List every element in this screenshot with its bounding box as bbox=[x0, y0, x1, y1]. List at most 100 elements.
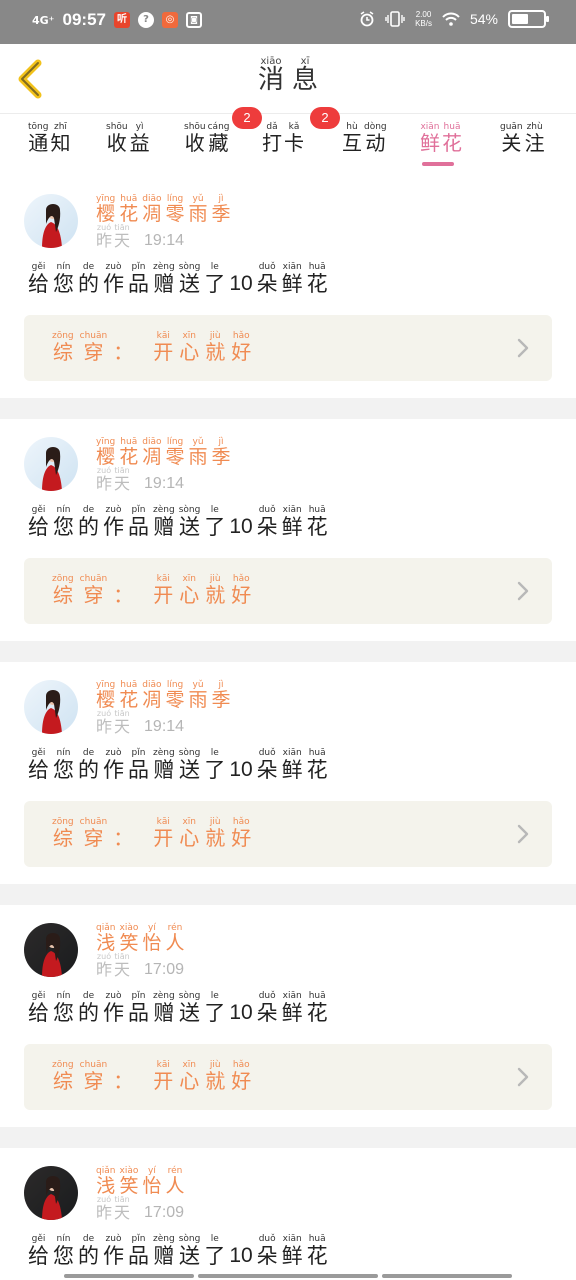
name-char: rén 人 bbox=[165, 1166, 184, 1197]
hanzi: 天 bbox=[114, 474, 131, 493]
time-label: 19:14 bbox=[144, 474, 185, 492]
message-char: huā 花 bbox=[307, 748, 328, 781]
avatar[interactable] bbox=[24, 1166, 78, 1220]
hanzi: 赠 bbox=[153, 1001, 175, 1025]
message-char: le 了 bbox=[204, 505, 225, 538]
hanzi: 鲜 bbox=[281, 515, 303, 539]
title-char: xī 息 bbox=[292, 56, 318, 94]
hanzi: 综 bbox=[52, 583, 73, 607]
timestamp: zuó 昨 tiān 天 19:14 bbox=[96, 465, 184, 493]
unread-badge: 2 bbox=[310, 107, 340, 129]
hanzi: 注 bbox=[524, 131, 545, 155]
avatar[interactable] bbox=[24, 437, 78, 491]
day-char: zuó 昨 bbox=[96, 222, 112, 250]
hanzi: 送 bbox=[179, 272, 200, 296]
work-title-char: xīn 心 bbox=[179, 331, 199, 363]
hanzi: 朵 bbox=[256, 272, 278, 296]
avatar[interactable] bbox=[24, 194, 78, 248]
work-title-char: chuān 穿 bbox=[80, 1060, 108, 1092]
tab-income[interactable]: shōu 收 yì 益 bbox=[106, 122, 150, 154]
tab-follow[interactable]: guān 关 zhù 注 bbox=[500, 122, 545, 154]
message-char: de 的 bbox=[78, 505, 99, 538]
hanzi: 关 bbox=[501, 131, 522, 155]
message-char: nín 您 bbox=[53, 1234, 74, 1267]
work-link[interactable]: zōng 综 chuān 穿 ： kāi 开 xīn 心 jiù 就 hǎo 好 bbox=[24, 801, 552, 867]
hanzi: 鲜 bbox=[281, 1001, 303, 1025]
hanzi: 季 bbox=[211, 689, 231, 711]
hanzi: 雨 bbox=[188, 203, 208, 225]
avatar[interactable] bbox=[24, 923, 78, 977]
hanzi: 的 bbox=[78, 758, 99, 782]
work-title-char: kāi 开 bbox=[153, 1060, 173, 1092]
hanzi: 综 bbox=[52, 826, 73, 850]
hanzi: 季 bbox=[211, 446, 231, 468]
message-char: sòng 送 bbox=[179, 991, 201, 1024]
work-title-char: hǎo 好 bbox=[231, 1060, 251, 1092]
hanzi: 心 bbox=[179, 826, 200, 850]
hanzi: 好 bbox=[231, 1069, 252, 1093]
flower-count: 10 bbox=[229, 1244, 253, 1268]
hanzi: 朵 bbox=[256, 1244, 278, 1268]
message-char: gěi 给 bbox=[28, 1234, 49, 1267]
sender-name[interactable]: qiǎn 浅 xiào 笑 yí 怡 rén 人 bbox=[96, 923, 184, 954]
battery-percent: 54% bbox=[469, 11, 498, 27]
sender-name[interactable]: qiǎn 浅 xiào 笑 yí 怡 rén 人 bbox=[96, 1166, 184, 1197]
hanzi: 花 bbox=[306, 1244, 328, 1268]
avatar[interactable] bbox=[24, 680, 78, 734]
message-char: nín 您 bbox=[53, 505, 74, 538]
day-label: zuó 昨 tiān 天 bbox=[96, 465, 130, 493]
sender-name[interactable]: yīng 樱 huā 花 diāo 凋 líng 零 yǔ 雨 jì 季 bbox=[96, 437, 231, 468]
tab-label-char: shōu 收 bbox=[106, 122, 128, 154]
day-char: tiān 天 bbox=[114, 1194, 130, 1222]
work-title-char: kāi 开 bbox=[153, 817, 173, 849]
hanzi: 赠 bbox=[153, 1244, 175, 1268]
message-char: nín 您 bbox=[53, 991, 74, 1024]
hanzi: 季 bbox=[211, 203, 231, 225]
tab-collect[interactable]: shōu 收 cáng 藏 bbox=[184, 122, 230, 154]
hanzi: 品 bbox=[128, 515, 149, 539]
hanzi: 收 bbox=[184, 131, 205, 155]
work-link[interactable]: zōng 综 chuān 穿 ： kāi 开 xīn 心 jiù 就 hǎo 好 bbox=[24, 315, 552, 381]
hanzi: 就 bbox=[205, 340, 226, 364]
hanzi: 作 bbox=[103, 515, 124, 539]
hanzi: 送 bbox=[179, 758, 200, 782]
message-char: huā 花 bbox=[307, 262, 328, 295]
message-char: huā 花 bbox=[307, 991, 328, 1024]
work-title: zōng 综 chuān 穿 ： kāi 开 xīn 心 jiù 就 hǎo 好 bbox=[52, 1060, 251, 1092]
day-label: zuó 昨 tiān 天 bbox=[96, 1194, 130, 1222]
work-link[interactable]: zōng 综 chuān 穿 ： kāi 开 xīn 心 jiù 就 hǎo 好 bbox=[24, 558, 552, 624]
name-char: huā 花 bbox=[119, 437, 138, 468]
sender-name[interactable]: yīng 樱 huā 花 diāo 凋 líng 零 yǔ 雨 jì 季 bbox=[96, 680, 231, 711]
message-char: pǐn 品 bbox=[128, 991, 149, 1024]
tab-checkin[interactable]: dǎ 打 kǎ 卡 bbox=[262, 122, 304, 154]
hanzi: 作 bbox=[103, 1244, 124, 1268]
hanzi: 的 bbox=[78, 1001, 99, 1025]
day-char: zuó 昨 bbox=[96, 1194, 112, 1222]
work-title-char: hǎo 好 bbox=[231, 574, 251, 606]
hanzi: 打 bbox=[262, 131, 282, 155]
sender-name[interactable]: yīng 樱 huā 花 diāo 凋 líng 零 yǔ 雨 jì 季 bbox=[96, 194, 231, 225]
flower-count: 10 bbox=[229, 1001, 253, 1025]
hanzi: 给 bbox=[28, 758, 49, 782]
unread-badge: 2 bbox=[232, 107, 262, 129]
hanzi: 好 bbox=[231, 340, 252, 364]
day-char: zuó 昨 bbox=[96, 465, 112, 493]
wifi-icon bbox=[442, 12, 460, 26]
hanzi: 开 bbox=[153, 583, 174, 607]
message-char: xiān 鲜 bbox=[282, 748, 303, 781]
top-bar: xiāo 消 xī 息 bbox=[0, 44, 576, 114]
hanzi: 穿 bbox=[83, 583, 104, 607]
work-link[interactable]: zōng 综 chuān 穿 ： kāi 开 xīn 心 jiù 就 hǎo 好 bbox=[24, 1044, 552, 1110]
tab-flowers[interactable]: xiān 鲜 huā 花 bbox=[420, 122, 462, 154]
hanzi: ： bbox=[113, 1069, 134, 1093]
tab-bar: tōng 通 zhī 知 shōu 收 yì 益 shōu 收 cáng 藏 2 dǎ 打 kǎ 卡 2 hù 互 dò… bbox=[0, 107, 576, 176]
message-char: zuò 作 bbox=[103, 748, 124, 781]
tab-label-char: dòng 动 bbox=[364, 122, 387, 154]
hanzi: 藏 bbox=[208, 131, 229, 155]
hanzi: 天 bbox=[114, 717, 131, 736]
hanzi: 了 bbox=[204, 758, 226, 782]
vibrate-icon bbox=[385, 11, 405, 27]
tab-interact[interactable]: hù 互 dòng 动 bbox=[342, 122, 387, 154]
tab-notice[interactable]: tōng 通 zhī 知 bbox=[28, 122, 70, 154]
hanzi: 鲜 bbox=[281, 272, 303, 296]
